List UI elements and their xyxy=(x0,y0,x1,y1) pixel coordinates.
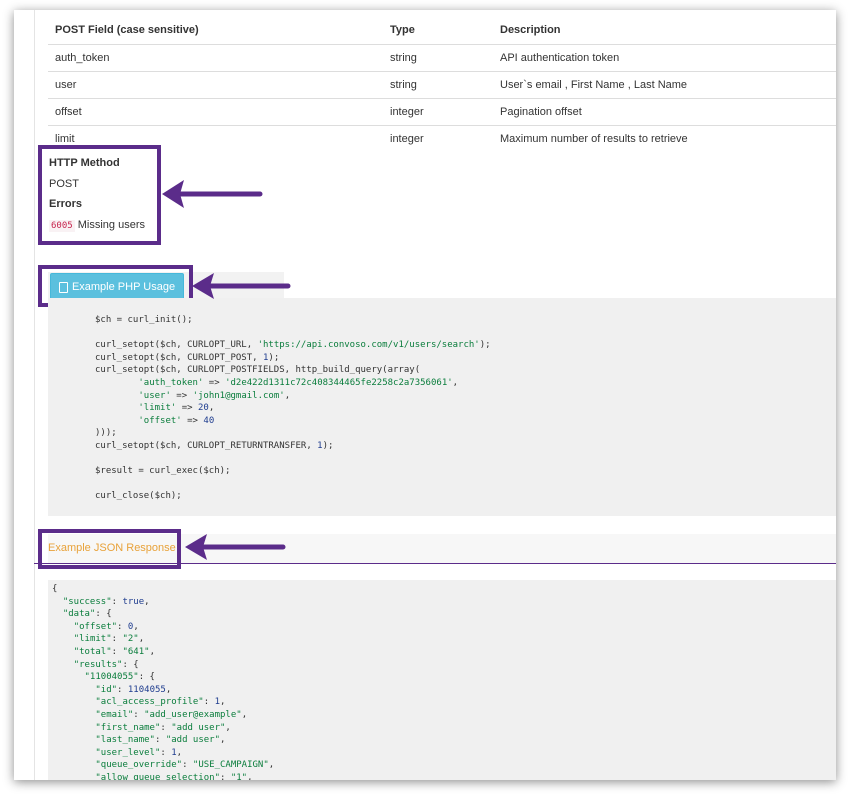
json-code-block: { "success": true, "data": { "offset": 0… xyxy=(48,580,836,780)
code-line: "queue_override": "USE_CAMPAIGN", xyxy=(95,760,275,771)
code-line: 'limit' => 20, xyxy=(138,403,215,414)
arrow-left-icon xyxy=(192,273,291,299)
code-line: curl_setopt($ch, CURLOPT_POSTFIELDS, htt… xyxy=(95,365,421,376)
table-divider xyxy=(48,125,836,126)
code-line: "acl_access_profile": 1, xyxy=(95,697,226,708)
code-line: "offset": 0, xyxy=(73,621,139,632)
table-row-description: API authentication token xyxy=(500,52,620,64)
code-line: curl_setopt($ch, CURLOPT_URL, 'https://a… xyxy=(95,340,491,351)
table-divider xyxy=(48,44,836,45)
code-line: "success": true, xyxy=(62,596,150,607)
code-line: ​ xyxy=(95,327,836,340)
table-divider xyxy=(48,98,836,99)
table-row-type: integer xyxy=(390,133,424,145)
table-row-field: offset xyxy=(55,106,82,118)
code-line: curl_close($ch); xyxy=(95,491,182,502)
code-line: curl_setopt($ch, CURLOPT_RETURNTRANSFER,… xyxy=(95,440,334,451)
code-line: $result = curl_exec($ch); xyxy=(95,466,231,477)
table-header-type: Type xyxy=(390,24,415,36)
arrow-left-icon xyxy=(162,180,263,208)
arrow-left-icon xyxy=(185,534,286,560)
table-row-field: user xyxy=(55,79,77,91)
code-line: ​ xyxy=(95,478,836,491)
code-line: "allow_queue_selection": "1", xyxy=(95,772,253,780)
code-line: $ch = curl_init(); xyxy=(95,315,193,325)
table-header-field: POST Field (case sensitive) xyxy=(55,24,199,36)
code-line: "id": 1104055, xyxy=(95,684,172,695)
code-line: "last_name": "add user", xyxy=(95,735,226,746)
code-line: 'offset' => 40 xyxy=(138,415,215,426)
code-line: { xyxy=(52,584,58,594)
code-line: ​ xyxy=(95,453,836,466)
code-line: ))); xyxy=(95,428,117,439)
php-code-block: $ch = curl_init();​curl_setopt($ch, CURL… xyxy=(48,298,836,516)
table-row-type: integer xyxy=(390,106,424,118)
code-line: "data": { xyxy=(62,609,112,620)
code-line: "11004055": { xyxy=(84,672,155,683)
code-line: "results": { xyxy=(73,659,139,670)
code-line: "first_name": "add user", xyxy=(95,722,231,733)
table-row-field: limit xyxy=(55,133,75,145)
table-row-field: auth_token xyxy=(55,52,110,64)
code-line: 'auth_token' => 'd2e422d1311c72c40834446… xyxy=(138,377,459,388)
code-line: 'user' => 'john1@gmail.com', xyxy=(138,390,291,401)
table-header-description: Description xyxy=(500,24,561,36)
table-divider xyxy=(48,71,836,72)
table-row-type: string xyxy=(390,52,417,64)
highlight-box-json-response xyxy=(38,529,181,569)
table-row-description: Pagination offset xyxy=(500,106,582,118)
code-line: curl_setopt($ch, CURLOPT_POST, 1); xyxy=(95,352,280,363)
code-line: "total": "641", xyxy=(73,646,155,657)
highlight-box-http-method xyxy=(38,145,161,245)
table-row-description: Maximum number of results to retrieve xyxy=(500,133,688,145)
code-line: "user_level": 1, xyxy=(95,747,183,758)
table-row-description: User`s email , First Name , Last Name xyxy=(500,79,688,91)
code-line: "limit": "2", xyxy=(73,634,145,645)
content-left-border xyxy=(34,10,35,780)
screenshot-frame: POST Field (case sensitive) Type Descrip… xyxy=(14,10,836,780)
table-row-type: string xyxy=(390,79,417,91)
code-line: "email": "add_user@example", xyxy=(95,709,248,720)
